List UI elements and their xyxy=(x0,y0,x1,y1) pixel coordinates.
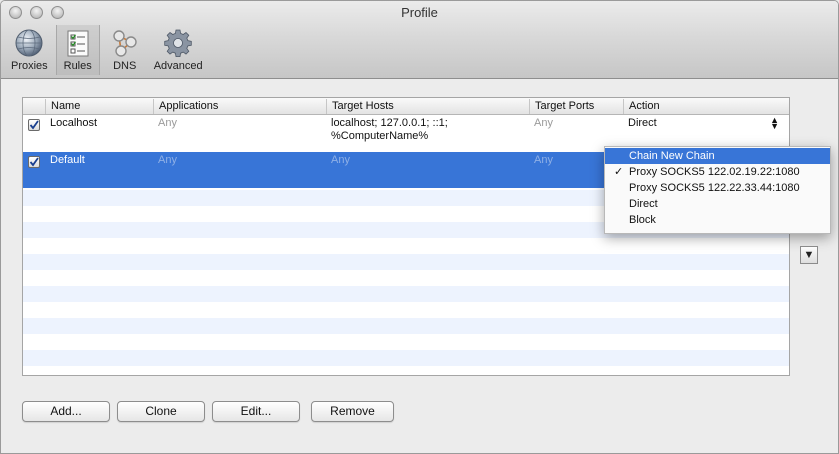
move-down-button[interactable]: ▼ xyxy=(800,246,818,264)
rule-target-ports: Any xyxy=(534,117,553,129)
menu-item-label: Direct xyxy=(629,198,658,210)
popup-arrows-icon[interactable]: ▲ ▼ xyxy=(770,116,779,131)
menu-item-direct[interactable]: Direct xyxy=(605,196,830,212)
profile-window: Profile Proxies Rules DNS Advanced Name … xyxy=(0,0,839,454)
toolbar-label-dns: DNS xyxy=(113,60,137,72)
row-stripe xyxy=(23,350,789,366)
rule-enabled-checkbox[interactable] xyxy=(28,156,40,168)
menu-item-chain-new-chain[interactable]: Chain New Chain xyxy=(605,148,830,164)
menu-item-proxy-socks5-2[interactable]: Proxy SOCKS5 122.22.33.44:1080 xyxy=(605,180,830,196)
checkmark-icon: ✓ xyxy=(614,166,624,178)
triangle-down-icon: ▼ xyxy=(803,249,815,261)
rule-applications: Any xyxy=(158,154,177,166)
toolbar-label-rules: Rules xyxy=(63,60,92,72)
menu-item-proxy-socks5-1[interactable]: ✓ Proxy SOCKS5 122.02.19.22:1080 xyxy=(605,164,830,180)
toolbar-item-dns[interactable]: DNS xyxy=(104,25,146,75)
row-stripe xyxy=(23,318,789,334)
header-target-ports[interactable]: Target Ports xyxy=(529,99,623,114)
clone-button[interactable]: Clone xyxy=(117,401,205,422)
rule-target-ports: Any xyxy=(534,154,553,166)
table-header: Name Applications Target Hosts Target Po… xyxy=(23,98,789,115)
header-action[interactable]: Action xyxy=(623,99,789,114)
toolbar-item-rules[interactable]: Rules xyxy=(55,25,100,75)
title-toolbar: Profile Proxies Rules DNS Advanced xyxy=(1,1,838,79)
rule-applications: Any xyxy=(158,117,177,129)
row-stripe xyxy=(23,286,789,302)
menu-item-label: Chain New Chain xyxy=(629,150,715,162)
toolbar: Proxies Rules DNS Advanced xyxy=(7,25,207,75)
header-name[interactable]: Name xyxy=(45,99,153,114)
globe-icon xyxy=(12,27,46,59)
rule-name: Default xyxy=(50,154,85,166)
menu-item-label: Block xyxy=(629,214,656,226)
rule-target-hosts-line: %ComputerName% xyxy=(331,130,429,142)
network-icon xyxy=(108,27,142,59)
remove-button[interactable]: Remove xyxy=(311,401,394,422)
menu-item-label: Proxy SOCKS5 122.02.19.22:1080 xyxy=(629,166,800,178)
rule-target-hosts: Any xyxy=(331,154,350,166)
rule-name: Localhost xyxy=(50,117,98,129)
rule-action-popup[interactable]: Direct xyxy=(623,117,789,131)
rule-target-hosts-line: localhost; 127.0.0.1; ::1; xyxy=(331,117,448,129)
add-button[interactable]: Add... xyxy=(22,401,110,422)
rules-table[interactable]: Name Applications Target Hosts Target Po… xyxy=(22,97,790,376)
header-enabled[interactable] xyxy=(23,99,45,114)
header-applications[interactable]: Applications xyxy=(153,99,326,114)
rule-action-value: Direct xyxy=(628,117,657,129)
menu-item-label: Proxy SOCKS5 122.22.33.44:1080 xyxy=(629,182,800,194)
toolbar-item-proxies[interactable]: Proxies xyxy=(7,25,52,75)
toolbar-label-proxies: Proxies xyxy=(11,60,48,72)
row-stripe xyxy=(23,254,789,270)
gear-icon xyxy=(161,27,195,59)
checklist-icon xyxy=(61,27,95,59)
toolbar-item-advanced[interactable]: Advanced xyxy=(150,25,207,75)
rule-enabled-checkbox[interactable] xyxy=(28,119,40,131)
toolbar-label-advanced: Advanced xyxy=(153,60,203,72)
window-title: Profile xyxy=(401,5,438,20)
menu-item-block[interactable]: Block xyxy=(605,212,830,228)
rule-target-hosts: localhost; 127.0.0.1; ::1; %ComputerName… xyxy=(326,117,448,143)
header-target-hosts[interactable]: Target Hosts xyxy=(326,99,529,114)
edit-button[interactable]: Edit... xyxy=(212,401,300,422)
action-dropdown-menu[interactable]: Chain New Chain ✓ Proxy SOCKS5 122.02.19… xyxy=(604,146,831,234)
